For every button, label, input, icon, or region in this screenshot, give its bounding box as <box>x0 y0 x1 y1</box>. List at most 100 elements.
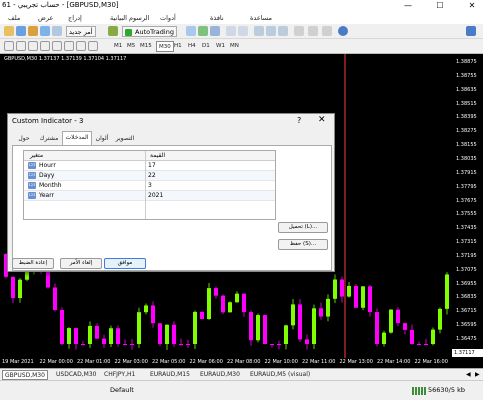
candle-body <box>256 315 260 341</box>
minimize-button[interactable]: — <box>397 0 419 12</box>
tab-common[interactable]: مشترك <box>36 133 62 145</box>
vertical-line-icon[interactable] <box>28 41 38 51</box>
profiles-icon[interactable] <box>16 26 26 36</box>
candle-body <box>11 276 15 299</box>
horizontal-line-icon[interactable] <box>40 41 50 51</box>
tab-inputs[interactable]: المدخلات <box>62 131 92 145</box>
save-button[interactable]: حفظ (S)... <box>278 239 328 250</box>
time-label: 19 Mar 2021 <box>2 359 34 365</box>
tile-windows-icon[interactable] <box>254 26 264 36</box>
load-button[interactable]: تحميل (L)... <box>278 222 328 233</box>
chart-tab-usdcad-m30[interactable]: USDCAD,M30 <box>56 370 96 380</box>
param-value[interactable]: 3 <box>148 182 152 189</box>
chart-tab-euraud-m30[interactable]: EURAUD,M30 <box>200 370 240 380</box>
indicators-icon[interactable] <box>294 26 304 36</box>
chart-shift-icon[interactable] <box>266 26 276 36</box>
candle-body <box>172 324 176 344</box>
crosshair-icon[interactable] <box>16 41 26 51</box>
time-label: 22 Mar 11:00 <box>302 359 336 365</box>
close-window-button[interactable]: ✕ <box>461 0 483 12</box>
channel-icon[interactable] <box>64 41 74 51</box>
chart-tab-euraud-m15[interactable]: EURAUD,M15 <box>150 370 190 380</box>
table-row[interactable]: 123 Dayy 22 <box>24 171 275 181</box>
autoscroll-icon[interactable] <box>278 26 288 36</box>
tab-about[interactable]: حول <box>14 133 34 145</box>
price-label: 1.38035 <box>456 155 477 162</box>
maximize-button[interactable]: ☐ <box>429 0 451 12</box>
zoom-in-icon[interactable] <box>226 26 236 36</box>
dialog-title: Custom Indicator - 3 <box>12 117 84 125</box>
new-chart-icon[interactable] <box>4 26 14 36</box>
metaeditor-icon[interactable] <box>108 26 118 36</box>
candle-body <box>53 287 57 310</box>
menu-file[interactable]: ملف <box>8 14 20 22</box>
inputs-panel: متغير القيمة 123 Hourr 17 123 Dayy 22 12… <box>12 145 332 271</box>
candle-body <box>109 328 113 344</box>
candlestick-icon[interactable] <box>198 26 208 36</box>
chart-tab-chfjpy-h1[interactable]: CHFJPY,H1 <box>104 370 135 380</box>
periods-icon[interactable] <box>308 26 318 36</box>
menu-window[interactable]: نافذة <box>210 14 224 22</box>
parameters-table: متغير القيمة 123 Hourr 17 123 Dayy 22 12… <box>23 150 276 220</box>
menu-charts[interactable]: الرسوم البيانية <box>110 14 149 22</box>
table-row[interactable]: 123 Monthh 3 <box>24 181 275 191</box>
tabs-scroll-left-icon[interactable]: ◀ <box>466 371 471 378</box>
line-chart-icon[interactable] <box>210 26 220 36</box>
chart-tab-gbpusd-m30[interactable]: GBPUSD,M30 <box>2 370 48 380</box>
timeframe-mn[interactable]: MN <box>228 41 241 52</box>
templates-icon[interactable] <box>322 26 332 36</box>
timeframe-w1[interactable]: W1 <box>214 41 227 52</box>
candle-body <box>144 305 148 313</box>
bar-chart-icon[interactable] <box>186 26 196 36</box>
param-value[interactable]: 2021 <box>148 192 163 199</box>
candle-body <box>361 286 365 308</box>
table-row[interactable]: 123 Hourr 17 <box>24 161 275 171</box>
cursor-icon[interactable] <box>4 41 14 51</box>
timeframe-d1[interactable]: D1 <box>200 41 212 52</box>
dialog-close-button[interactable]: ✕ <box>318 115 326 125</box>
candle-body <box>298 304 302 340</box>
tab-colors[interactable]: ألوان <box>92 133 112 145</box>
chart-tab-euraud-m5-visual[interactable]: EURAUD,M5 (visual) <box>250 370 310 380</box>
menu-tools[interactable]: أدوات <box>160 14 176 22</box>
param-value[interactable]: 17 <box>148 162 156 169</box>
search-icon[interactable] <box>338 26 348 36</box>
table-row[interactable]: 123 Yearr 2021 <box>24 191 275 201</box>
candle-body <box>18 279 22 299</box>
market-watch-icon[interactable] <box>28 26 38 36</box>
zoom-out-icon[interactable] <box>238 26 248 36</box>
navigator-icon[interactable] <box>40 26 50 36</box>
candle-body <box>389 309 393 333</box>
param-value[interactable]: 22 <box>148 172 156 179</box>
terminal-icon[interactable] <box>52 26 62 36</box>
autotrading-button[interactable]: AutoTrading <box>122 26 177 37</box>
fibonacci-icon[interactable] <box>76 41 86 51</box>
tab-visualization[interactable]: التصوير <box>112 133 138 145</box>
timeframe-m15[interactable]: M15 <box>138 41 154 52</box>
reset-button[interactable]: إعادة الضبط <box>12 258 54 269</box>
timeframe-m1[interactable]: M1 <box>112 41 124 52</box>
chart-header: GBPUSD,M30 1.37137 1.37139 1.37104 1.371… <box>4 56 127 62</box>
menu-view[interactable]: عرض <box>38 14 53 22</box>
trendline-icon[interactable] <box>52 41 62 51</box>
menu-help[interactable]: مساعدة <box>250 14 272 22</box>
new-order-button[interactable]: أمر جديد <box>66 26 96 37</box>
community-icon[interactable] <box>466 26 476 36</box>
candle-body <box>74 328 78 344</box>
menu-insert[interactable]: إدراج <box>68 14 82 22</box>
candle-body <box>25 271 29 280</box>
timeframe-h4[interactable]: H4 <box>186 41 198 52</box>
text-tool-icon[interactable] <box>88 41 98 51</box>
tabs-scroll-right-icon[interactable]: ▶ <box>475 371 480 378</box>
traffic-status: 56630/5 kb <box>428 386 465 394</box>
candle-body <box>375 312 379 344</box>
timeframe-m5[interactable]: M5 <box>125 41 137 52</box>
candle-body <box>326 298 330 317</box>
help-button[interactable]: ? <box>297 116 301 125</box>
integer-type-icon: 123 <box>28 172 36 179</box>
cancel-button[interactable]: إلغاء الأمر <box>60 258 102 269</box>
column-divider <box>145 151 146 219</box>
timeframe-h1[interactable]: H1 <box>172 41 184 52</box>
ok-button[interactable]: موافق <box>104 258 146 269</box>
time-label: 22 Mar 13:00 <box>339 359 373 365</box>
